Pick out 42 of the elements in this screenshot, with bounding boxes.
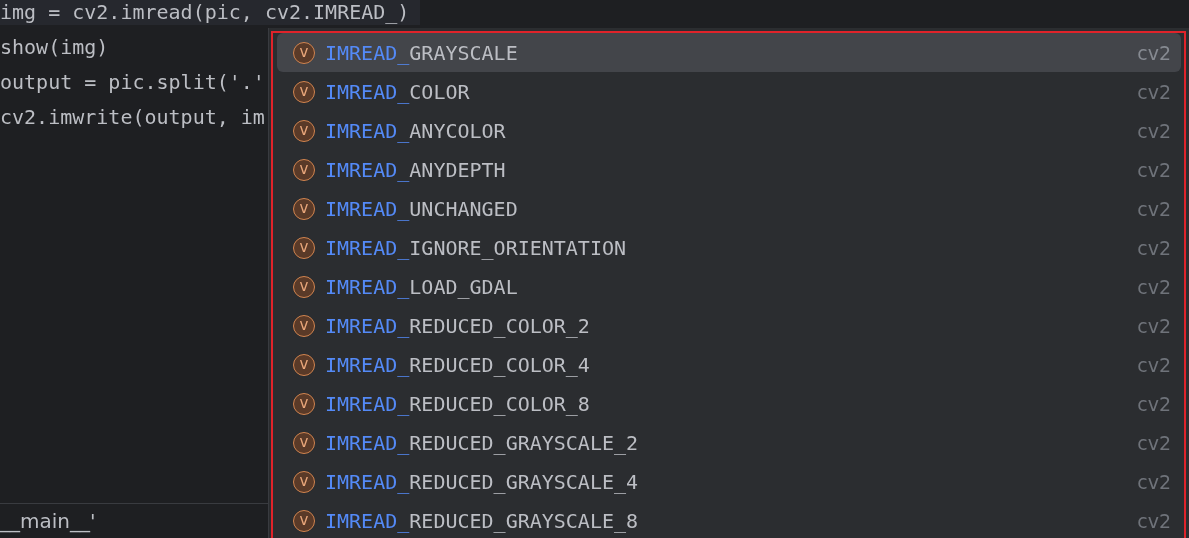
source-label: cv2 (1137, 119, 1171, 142)
source-label: cv2 (1137, 470, 1171, 493)
completion-item[interactable]: v IMREAD_REDUCED_GRAYSCALE_4 cv2 (277, 462, 1181, 501)
variable-icon: v (293, 509, 315, 532)
variable-icon: v (293, 470, 315, 493)
source-label: cv2 (1137, 197, 1171, 220)
completion-item[interactable]: v IMREAD_ANYDEPTH cv2 (277, 150, 1181, 189)
source-label: cv2 (1137, 158, 1171, 181)
variable-icon: v (293, 197, 315, 220)
completion-item[interactable]: v IMREAD_REDUCED_GRAYSCALE_8 cv2 (277, 501, 1181, 538)
completion-item[interactable]: v IMREAD_REDUCED_COLOR_8 cv2 (277, 384, 1181, 423)
variable-icon: v (293, 275, 315, 298)
completion-item[interactable]: v IMREAD_UNCHANGED cv2 (277, 189, 1181, 228)
completion-item[interactable]: v IMREAD_ANYCOLOR cv2 (277, 111, 1181, 150)
variable-icon: v (293, 41, 315, 64)
source-label: cv2 (1137, 431, 1171, 454)
source-label: cv2 (1137, 236, 1171, 259)
variable-icon: v (293, 314, 315, 337)
source-label: cv2 (1137, 275, 1171, 298)
source-label: cv2 (1137, 41, 1171, 64)
completion-item[interactable]: v IMREAD_COLOR cv2 (277, 72, 1181, 111)
variable-icon: v (293, 431, 315, 454)
completion-item[interactable]: v IMREAD_IGNORE_ORIENTATION cv2 (277, 228, 1181, 267)
completion-item[interactable]: v IMREAD_REDUCED_COLOR_4 cv2 (277, 345, 1181, 384)
completion-item[interactable]: v IMREAD_REDUCED_COLOR_2 cv2 (277, 306, 1181, 345)
code-line: cv2.imwrite(output, im (0, 105, 265, 130)
completion-item[interactable]: v IMREAD_LOAD_GDAL cv2 (277, 267, 1181, 306)
code-line: output = pic.split('.' (0, 70, 265, 95)
variable-icon: v (293, 80, 315, 103)
variable-icon: v (293, 392, 315, 415)
variable-icon: v (293, 353, 315, 376)
source-label: cv2 (1137, 509, 1171, 532)
source-label: cv2 (1137, 314, 1171, 337)
completion-item[interactable]: v IMREAD_REDUCED_GRAYSCALE_2 cv2 (277, 423, 1181, 462)
source-label: cv2 (1137, 392, 1171, 415)
variable-icon: v (293, 236, 315, 259)
source-label: cv2 (1137, 353, 1171, 376)
completion-item[interactable]: v IMREAD_GRAYSCALE cv2 (277, 33, 1181, 72)
code-line: show(img) (0, 35, 109, 60)
variable-icon: v (293, 119, 315, 142)
variable-icon: v (293, 158, 315, 181)
source-label: cv2 (1137, 80, 1171, 103)
